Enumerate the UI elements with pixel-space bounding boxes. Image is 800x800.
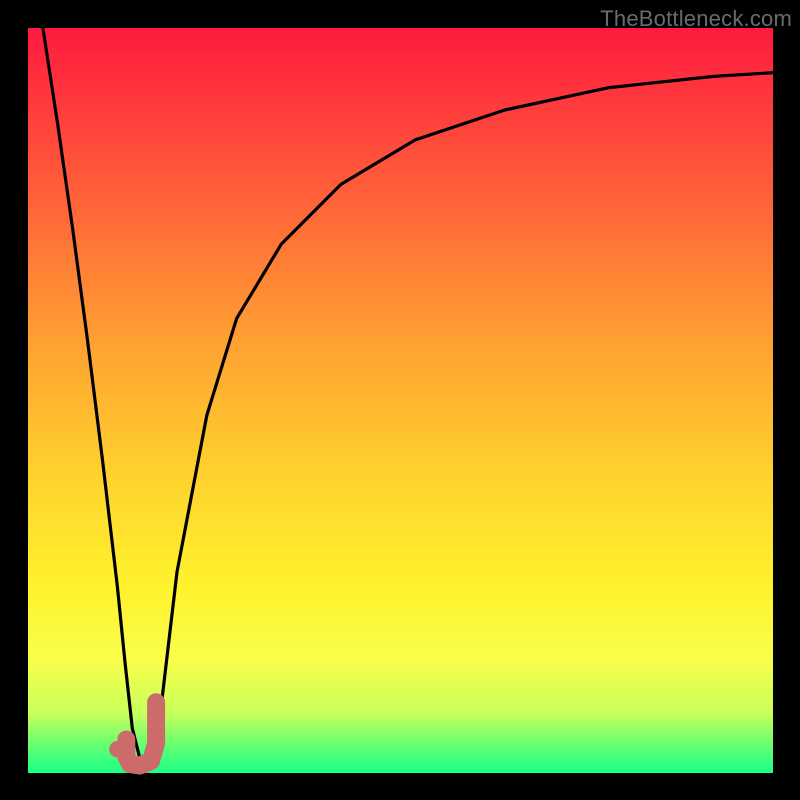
bottleneck-curve [43,28,773,766]
chart-frame: TheBottleneck.com [0,0,800,800]
plot-area [28,28,773,773]
curve-layer [28,28,773,773]
j-dot [109,741,125,757]
